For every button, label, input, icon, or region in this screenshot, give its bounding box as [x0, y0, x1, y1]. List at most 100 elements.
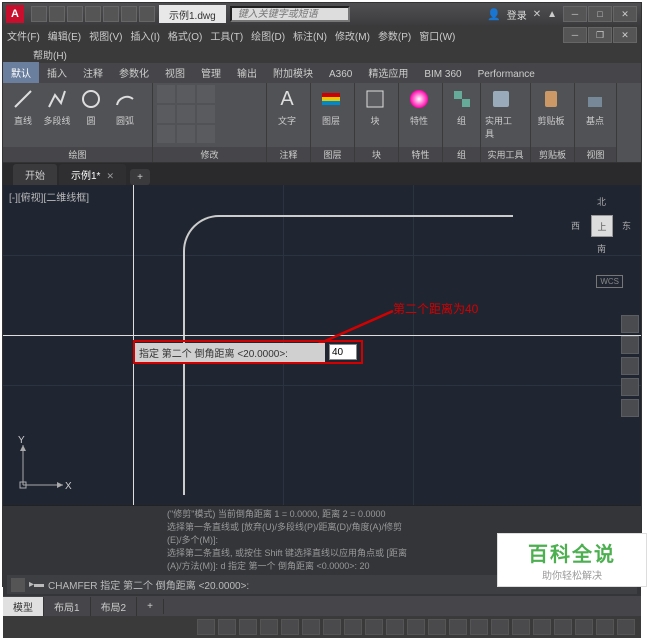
- sign-in-link[interactable]: 登录: [507, 7, 527, 22]
- ribbon-tab-addins[interactable]: 附加模块: [265, 62, 321, 83]
- app-icon[interactable]: A: [6, 5, 24, 23]
- nav-zoom-icon[interactable]: [621, 357, 639, 375]
- tab-layout1[interactable]: 布局1: [44, 597, 91, 616]
- drawing-canvas[interactable]: [-][俯视][二维线框] 第二个距离为40 指定 第二个 倒角距离 <20.0…: [3, 185, 641, 505]
- ribbon-tab-annotate[interactable]: 注释: [75, 62, 111, 83]
- menu-tools[interactable]: 工具(T): [210, 28, 243, 43]
- ribbon-tab-default[interactable]: 默认: [3, 62, 39, 83]
- doc-minimize-icon[interactable]: ─: [563, 27, 587, 43]
- nav-showmotion-icon[interactable]: [621, 399, 639, 417]
- status-annomon-icon[interactable]: [470, 619, 488, 635]
- basepoint-button[interactable]: 基点: [579, 85, 611, 127]
- status-polar-icon[interactable]: [281, 619, 299, 635]
- layer-button[interactable]: 图层: [315, 85, 347, 127]
- status-workspace-icon[interactable]: [449, 619, 467, 635]
- search-input[interactable]: [230, 6, 350, 22]
- block-button[interactable]: 块: [359, 85, 391, 127]
- viewcube-south[interactable]: 南: [597, 242, 606, 255]
- status-quickprops-icon[interactable]: [512, 619, 530, 635]
- ribbon-tab-bim360[interactable]: BIM 360: [416, 66, 469, 83]
- menu-insert[interactable]: 插入(I): [130, 28, 159, 43]
- qat-new-icon[interactable]: [31, 6, 47, 22]
- status-annoscale-icon[interactable]: [428, 619, 446, 635]
- viewport-label[interactable]: [-][俯视][二维线框]: [9, 189, 89, 204]
- array-icon[interactable]: [197, 125, 215, 143]
- user-icon[interactable]: 👤: [487, 8, 501, 21]
- util-button[interactable]: 实用工具: [485, 85, 517, 140]
- ribbon-tab-manage[interactable]: 管理: [193, 62, 229, 83]
- trim-icon[interactable]: [197, 85, 215, 103]
- viewcube-east[interactable]: 东: [622, 219, 631, 232]
- clip-button[interactable]: 剪贴板: [535, 85, 567, 127]
- command-icon[interactable]: [11, 578, 25, 592]
- status-isolate-icon[interactable]: [554, 619, 572, 635]
- ribbon-tab-a360[interactable]: A360: [321, 66, 360, 83]
- ribbon-tab-featured[interactable]: 精选应用: [360, 62, 416, 83]
- viewcube[interactable]: 北 南 西 东 上: [571, 195, 631, 255]
- minimize-icon[interactable]: ─: [563, 6, 587, 22]
- circle-button[interactable]: 圆: [75, 85, 107, 127]
- move-icon[interactable]: [157, 85, 175, 103]
- qat-open-icon[interactable]: [49, 6, 65, 22]
- status-transparency-icon[interactable]: [386, 619, 404, 635]
- menu-window[interactable]: 窗口(W): [419, 28, 455, 43]
- doc-tab-doc1[interactable]: 示例1*✕: [59, 164, 126, 185]
- rotate-icon[interactable]: [177, 85, 195, 103]
- close-tab-icon[interactable]: ✕: [106, 171, 114, 181]
- exchange-icon[interactable]: ✕: [533, 9, 541, 20]
- viewcube-west[interactable]: 西: [571, 219, 580, 232]
- maximize-icon[interactable]: □: [588, 6, 612, 22]
- menu-view[interactable]: 视图(V): [89, 28, 122, 43]
- help-icon[interactable]: ▲: [547, 9, 557, 20]
- doc-tab-start[interactable]: 开始: [13, 164, 57, 185]
- doc-restore-icon[interactable]: ❐: [588, 27, 612, 43]
- ribbon-tab-view[interactable]: 视图: [157, 62, 193, 83]
- text-button[interactable]: A文字: [271, 85, 303, 127]
- status-units-icon[interactable]: [491, 619, 509, 635]
- viewcube-north[interactable]: 北: [597, 195, 606, 208]
- close-icon[interactable]: ✕: [613, 6, 637, 22]
- status-otrack-icon[interactable]: [344, 619, 362, 635]
- tab-layout2[interactable]: 布局2: [91, 597, 138, 616]
- group-button[interactable]: 组: [447, 85, 476, 127]
- status-osnap-icon[interactable]: [302, 619, 320, 635]
- props-button[interactable]: 特性: [403, 85, 435, 127]
- qat-save-icon[interactable]: [67, 6, 83, 22]
- menu-help[interactable]: 帮助(H): [33, 47, 67, 62]
- polyline-button[interactable]: 多段线: [41, 85, 73, 127]
- prompt-input[interactable]: [329, 344, 357, 360]
- menu-file[interactable]: 文件(F): [7, 28, 40, 43]
- viewcube-top[interactable]: 上: [591, 215, 613, 237]
- status-hardware-icon[interactable]: [575, 619, 593, 635]
- qat-plot-icon[interactable]: [103, 6, 119, 22]
- ribbon-tab-performance[interactable]: Performance: [470, 66, 543, 83]
- file-tab[interactable]: 示例1.dwg: [159, 5, 226, 23]
- ucs-icon[interactable]: X Y: [13, 435, 73, 495]
- mirror-icon[interactable]: [177, 105, 195, 123]
- nav-wheel-icon[interactable]: [621, 315, 639, 333]
- status-lock-icon[interactable]: [533, 619, 551, 635]
- scale-icon[interactable]: [177, 125, 195, 143]
- arc-button[interactable]: 圆弧: [109, 85, 141, 127]
- doc-close-icon[interactable]: ✕: [613, 27, 637, 43]
- status-grid-icon[interactable]: [218, 619, 236, 635]
- qat-redo-icon[interactable]: [139, 6, 155, 22]
- tab-model[interactable]: 模型: [3, 597, 44, 616]
- menu-draw[interactable]: 绘图(D): [251, 28, 285, 43]
- menu-edit[interactable]: 编辑(E): [48, 28, 81, 43]
- status-model-icon[interactable]: [197, 619, 215, 635]
- status-custom-icon[interactable]: [617, 619, 635, 635]
- menu-modify[interactable]: 修改(M): [335, 28, 370, 43]
- ribbon-tab-param[interactable]: 参数化: [111, 62, 157, 83]
- stretch-icon[interactable]: [157, 125, 175, 143]
- qat-undo-icon[interactable]: [121, 6, 137, 22]
- line-button[interactable]: 直线: [7, 85, 39, 127]
- menu-param[interactable]: 参数(P): [378, 28, 411, 43]
- status-snap-icon[interactable]: [239, 619, 257, 635]
- ribbon-tab-output[interactable]: 输出: [229, 62, 265, 83]
- qat-saveas-icon[interactable]: [85, 6, 101, 22]
- status-cycling-icon[interactable]: [407, 619, 425, 635]
- menu-format[interactable]: 格式(O): [168, 28, 202, 43]
- status-ortho-icon[interactable]: [260, 619, 278, 635]
- status-3dosnap-icon[interactable]: [323, 619, 341, 635]
